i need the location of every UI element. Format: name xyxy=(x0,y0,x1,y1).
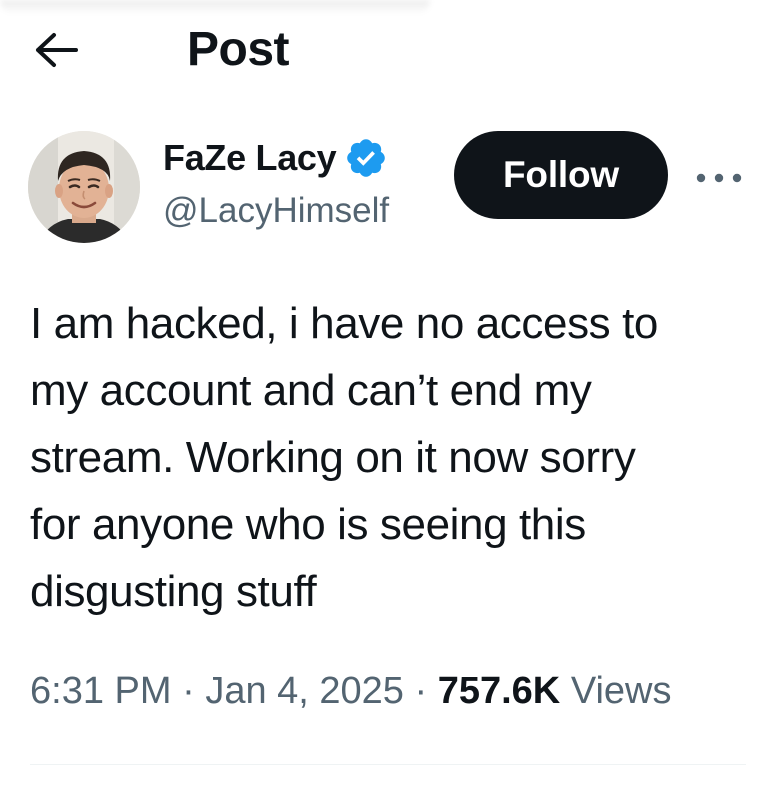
views-count: 757.6K xyxy=(437,670,561,712)
author-info: FaZe Lacy @LacyHimself xyxy=(163,133,445,233)
meta-separator: · xyxy=(182,670,195,712)
divider xyxy=(30,764,746,765)
post-meta: 6:31 PM · Jan 4, 2025 · 757.6K Views xyxy=(30,668,672,714)
profile-photo xyxy=(28,131,140,243)
more-options-button[interactable] xyxy=(693,160,745,196)
display-name: FaZe Lacy xyxy=(163,137,337,178)
post-time[interactable]: 6:31 PM xyxy=(30,670,172,712)
back-button[interactable] xyxy=(32,28,82,72)
meta-separator-2: · xyxy=(414,670,428,712)
post-date[interactable]: Jan 4, 2025 xyxy=(205,670,404,712)
user-handle[interactable]: @LacyHimself xyxy=(163,189,441,233)
arrow-left-icon xyxy=(36,33,78,67)
display-name-link[interactable]: FaZe Lacy xyxy=(163,133,445,183)
page-title: Post xyxy=(187,23,290,76)
avatar[interactable] xyxy=(28,131,140,243)
post-text: I am hacked, i have no access to my acco… xyxy=(30,299,658,616)
verified-badge-icon xyxy=(347,139,386,177)
more-horizontal-icon xyxy=(696,173,742,183)
views-label: Views xyxy=(570,670,672,712)
follow-button[interactable]: Follow xyxy=(454,131,668,219)
post-header: Post xyxy=(0,0,780,100)
